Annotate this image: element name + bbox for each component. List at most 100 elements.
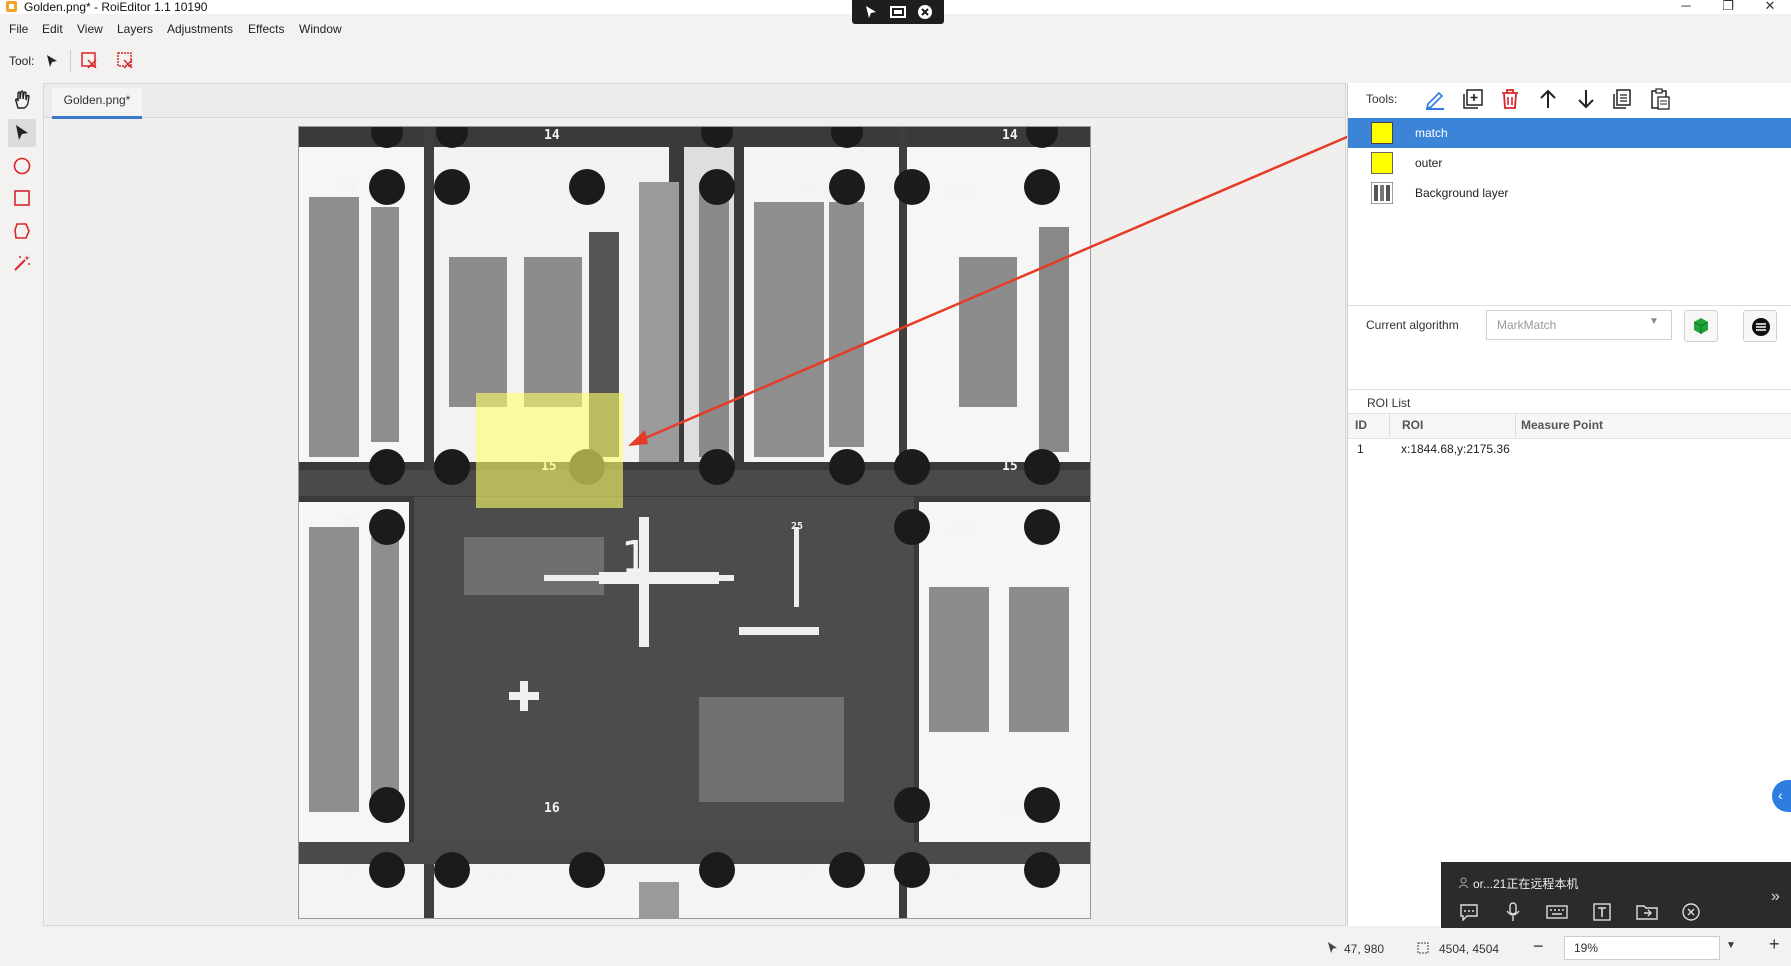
keyboard-button[interactable] — [1544, 899, 1570, 925]
die-label: 30 — [341, 181, 357, 196]
close-circle-icon — [1682, 903, 1700, 921]
chat-button[interactable] — [1456, 899, 1482, 925]
polygon-icon — [14, 223, 30, 239]
select-tool[interactable] — [8, 119, 36, 147]
die-label: 29 — [799, 181, 815, 196]
close-window-button[interactable]: ✕ — [1750, 0, 1790, 15]
zoom-value: 19% — [1574, 941, 1599, 955]
menu-layers[interactable]: Layers — [117, 22, 153, 36]
zoom-out-button[interactable]: − — [1533, 936, 1544, 957]
arrow-down-icon — [1578, 90, 1594, 109]
circle-icon — [13, 157, 31, 175]
menu-edit[interactable]: Edit — [42, 22, 63, 36]
delete-selection-icon[interactable] — [117, 52, 135, 70]
roi-value-cell[interactable]: x:1844.68,y:2175.36 — [1401, 442, 1510, 456]
settings-list-icon — [1752, 318, 1770, 336]
layer-row-background[interactable]: Background layer — [1348, 178, 1791, 208]
column-divider — [1515, 413, 1516, 437]
cursor-position: 47, 980 — [1344, 942, 1385, 956]
roi-column-header[interactable]: ROI — [1402, 418, 1423, 432]
layer-name: outer — [1415, 156, 1443, 170]
move-layer-up-button[interactable] — [1535, 86, 1561, 112]
pencil-icon — [1425, 91, 1444, 110]
menu-adjustments[interactable]: Adjustments — [167, 22, 233, 36]
layers-panel — [1347, 83, 1791, 926]
expand-remote-panel-button[interactable]: » — [1771, 888, 1780, 906]
die-label: 0423 — [489, 186, 513, 197]
magic-wand-icon — [14, 255, 30, 271]
chevron-down-icon: ▼ — [1649, 316, 1659, 327]
zoom-dropdown-icon[interactable]: ▼ — [1726, 940, 1736, 951]
roi-id-cell[interactable]: 1 — [1357, 442, 1364, 456]
match-roi[interactable] — [476, 393, 623, 508]
layer-row-outer[interactable]: outer — [1348, 148, 1791, 178]
microphone-icon — [1506, 902, 1520, 921]
tool-options-bar — [0, 46, 1791, 78]
menu-effects[interactable]: Effects — [248, 22, 284, 36]
run-algorithm-button[interactable] — [1684, 310, 1718, 342]
chat-icon — [1460, 904, 1478, 921]
selection-size-icon — [1417, 942, 1429, 954]
copy-icon — [1613, 89, 1631, 109]
magic-wand-tool[interactable] — [8, 249, 36, 277]
die-label: 14 — [1002, 128, 1018, 143]
roi-list-title: ROI List — [1367, 396, 1411, 410]
rectangle-icon — [14, 190, 30, 206]
zoom-in-button[interactable]: + — [1769, 934, 1780, 955]
end-session-button[interactable] — [1678, 899, 1704, 925]
rectangle-tool[interactable] — [8, 184, 36, 212]
menu-view[interactable]: View — [77, 22, 103, 36]
die-label: 0423 — [489, 869, 513, 880]
menu-window[interactable]: Window — [299, 22, 342, 36]
roi-column-header[interactable]: Measure Point — [1521, 418, 1603, 432]
edit-layer-button[interactable] — [1422, 86, 1448, 112]
image-canvas[interactable]: 30 14 14 29 15 15 30 16 16 30 29 25 0423… — [298, 126, 1091, 919]
window-title: Golden.png* - RoiEditor 1.1 10190 — [24, 0, 208, 14]
add-layer-button[interactable] — [1460, 86, 1486, 112]
pan-tool[interactable] — [8, 86, 36, 114]
layer-thumbnail — [1371, 152, 1393, 174]
algorithm-settings-button[interactable] — [1743, 310, 1777, 342]
die-label: 30 — [341, 864, 357, 879]
ellipse-tool[interactable] — [8, 152, 36, 180]
die-label: 14 — [544, 128, 560, 143]
panel-divider — [1348, 305, 1791, 306]
minimize-button[interactable]: ─ — [1666, 0, 1706, 15]
layer-name: match — [1415, 126, 1448, 140]
user-icon — [1458, 877, 1469, 888]
copy-layer-button[interactable] — [1609, 86, 1635, 112]
clear-selection-icon[interactable] — [81, 52, 99, 70]
microphone-button[interactable] — [1500, 899, 1526, 925]
wafer-image[interactable]: 30 14 14 29 15 15 30 16 16 30 29 25 0423… — [299, 127, 1090, 918]
paste-layer-button[interactable] — [1647, 86, 1673, 112]
polygon-tool[interactable] — [8, 217, 36, 245]
algorithm-value: MarkMatch — [1497, 318, 1557, 332]
maximize-button[interactable]: ❐ — [1708, 0, 1748, 15]
delete-layer-button[interactable] — [1497, 86, 1523, 112]
paste-icon — [1651, 88, 1670, 110]
die-label: 30 — [341, 516, 357, 531]
file-transfer-button[interactable] — [1634, 899, 1660, 925]
arrow-up-icon — [1540, 89, 1556, 108]
column-divider — [1389, 413, 1390, 437]
document-tab-strip — [44, 84, 1345, 118]
pointer-icon[interactable] — [864, 5, 878, 19]
die-label: 29 — [799, 864, 815, 879]
text-button[interactable] — [1589, 899, 1615, 925]
move-layer-down-button[interactable] — [1573, 86, 1599, 112]
tool-label: Tool: — [9, 54, 35, 68]
arrow-cursor-icon — [47, 55, 57, 67]
die-label: 16 — [1002, 801, 1018, 816]
keyboard-icon — [1546, 905, 1568, 919]
panel-divider — [1348, 389, 1791, 390]
background-thumbnail-icon — [1371, 182, 1393, 204]
die-label: 0423 — [949, 526, 973, 537]
screen-icon[interactable] — [890, 5, 906, 19]
roi-column-header[interactable]: ID — [1355, 418, 1367, 432]
document-tab[interactable]: Golden.png* — [52, 88, 142, 119]
fiducial-label: 1 — [621, 532, 649, 583]
text-icon — [1593, 903, 1611, 921]
menu-file[interactable]: File — [9, 22, 28, 36]
layer-row-match[interactable]: match — [1348, 118, 1791, 148]
layer-thumbnail — [1371, 122, 1393, 144]
